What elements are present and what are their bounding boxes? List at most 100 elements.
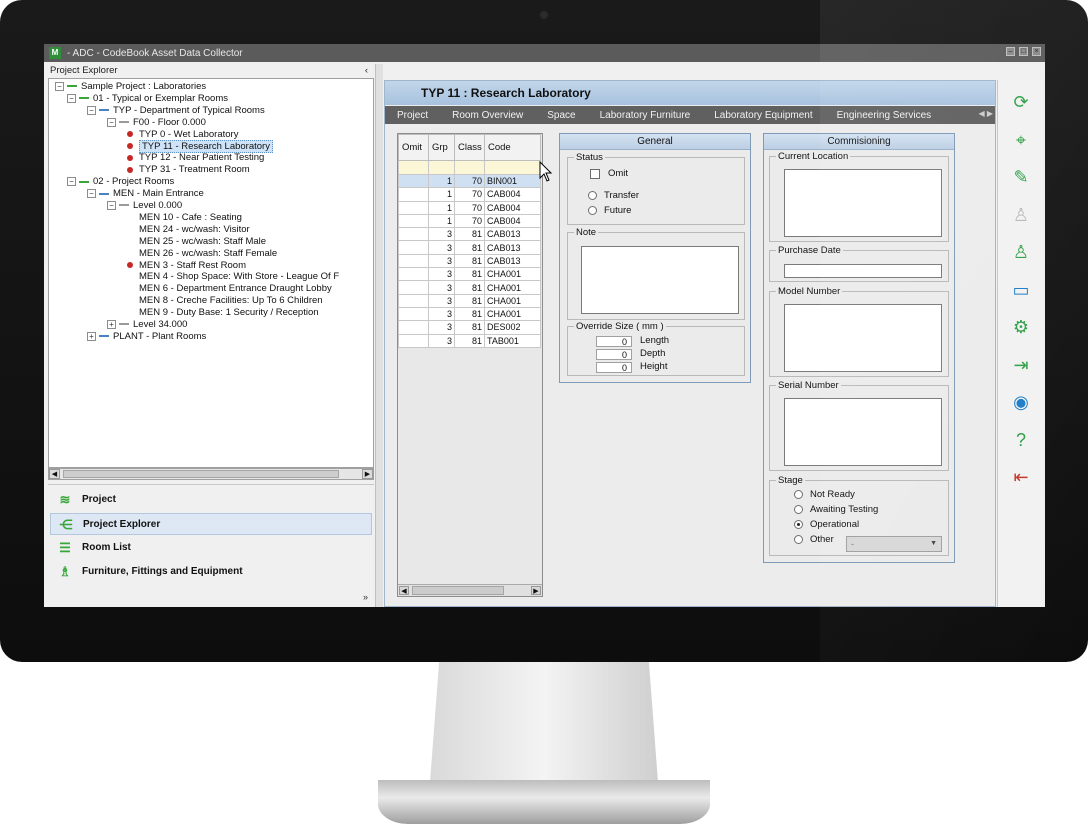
- tree-node[interactable]: MEN 24 - wc/wash: Visitor: [127, 224, 250, 236]
- table-cell[interactable]: 1: [428, 187, 455, 202]
- expand-icon[interactable]: +: [107, 319, 116, 329]
- table-cell[interactable]: 81: [454, 306, 485, 322]
- table-row[interactable]: 3 81 DES002: [398, 320, 541, 335]
- table-cell[interactable]: [398, 333, 429, 348]
- table-row[interactable]: 1 70 CAB004: [398, 187, 541, 202]
- collapse-icon[interactable]: −: [107, 200, 116, 210]
- refresh-icon[interactable]: ⟳: [1009, 90, 1033, 114]
- table-row[interactable]: 1 70 BIN001: [398, 173, 541, 189]
- tab-project[interactable]: Project: [385, 110, 440, 121]
- table-cell[interactable]: 81: [454, 227, 485, 242]
- scroll-thumb[interactable]: [63, 470, 339, 478]
- table-cell[interactable]: [398, 173, 429, 189]
- tree-node[interactable]: TYP 11 - Research Laboratory: [127, 139, 273, 153]
- table-cell[interactable]: 81: [454, 280, 485, 295]
- table-row[interactable]: 3 81 CHA001: [398, 267, 541, 282]
- tree-node[interactable]: MEN 10 - Cafe : Seating: [127, 212, 242, 224]
- table-row[interactable]: 3 81 CHA001: [398, 306, 541, 322]
- tab-room-overview[interactable]: Room Overview: [440, 110, 535, 121]
- table-cell[interactable]: [428, 160, 455, 175]
- omit-checkbox[interactable]: [590, 169, 600, 179]
- table-cell[interactable]: 1: [428, 200, 455, 215]
- collapse-icon[interactable]: −: [67, 177, 76, 187]
- splitter[interactable]: [375, 64, 383, 607]
- height-input[interactable]: 0: [596, 362, 632, 373]
- image-icon[interactable]: ▭: [1009, 278, 1033, 302]
- column-header[interactable]: Code: [484, 134, 541, 161]
- tree-horizontal-scrollbar[interactable]: ◀ ▶: [48, 468, 374, 480]
- table-cell[interactable]: [398, 240, 429, 255]
- table-cell[interactable]: [398, 160, 429, 175]
- table-cell[interactable]: CAB004: [484, 200, 541, 215]
- stage-radio-awaiting-testing[interactable]: [794, 505, 803, 514]
- other-stage-dropdown[interactable]: - ▼: [846, 536, 942, 552]
- table-cell[interactable]: 70: [454, 173, 485, 189]
- settings-icon[interactable]: ⚙: [1009, 315, 1033, 339]
- table-cell[interactable]: 81: [454, 240, 485, 255]
- tree-node[interactable]: + PLANT - Plant Rooms: [87, 331, 206, 343]
- grid-horizontal-scrollbar[interactable]: ◀ ▶: [398, 584, 542, 596]
- table-row[interactable]: 3 81 CAB013: [398, 253, 541, 269]
- tree-node[interactable]: − Sample Project : Laboratories: [55, 81, 206, 93]
- table-cell[interactable]: DES002: [484, 320, 541, 335]
- table-cell[interactable]: 81: [454, 333, 485, 348]
- table-cell[interactable]: 3: [428, 333, 455, 348]
- table-cell[interactable]: 3: [428, 320, 455, 335]
- stage-radio-operational[interactable]: [794, 520, 803, 529]
- table-cell[interactable]: [398, 187, 429, 202]
- tree-node[interactable]: − MEN - Main Entrance: [87, 188, 204, 200]
- tree-node[interactable]: MEN 25 - wc/wash: Staff Male: [127, 236, 266, 248]
- table-cell[interactable]: [398, 293, 429, 308]
- note-textarea[interactable]: [581, 246, 739, 314]
- table-cell[interactable]: [398, 306, 429, 322]
- serial-number-input[interactable]: [784, 398, 942, 466]
- column-header[interactable]: Grp: [428, 134, 455, 161]
- table-row[interactable]: 3 81 CAB013: [398, 227, 541, 242]
- table-cell[interactable]: 70: [454, 213, 485, 229]
- tree-node[interactable]: − Level 0.000: [107, 200, 182, 212]
- collapse-icon[interactable]: −: [87, 105, 96, 115]
- table-cell[interactable]: CAB004: [484, 213, 541, 229]
- future-radio[interactable]: [588, 206, 597, 215]
- table-row[interactable]: 3 81 CHA001: [398, 293, 541, 308]
- nav-item-project-explorer[interactable]: ⋲ Project Explorer: [50, 513, 372, 535]
- purchase-date-input[interactable]: [784, 264, 942, 278]
- length-input[interactable]: 0: [596, 336, 632, 347]
- table-cell[interactable]: [484, 160, 541, 175]
- table-cell[interactable]: 3: [428, 293, 455, 308]
- column-header[interactable]: Omit: [398, 134, 429, 161]
- table-cell[interactable]: 3: [428, 267, 455, 282]
- table-cell[interactable]: 3: [428, 280, 455, 295]
- collapse-icon[interactable]: −: [87, 189, 96, 199]
- table-cell[interactable]: [398, 253, 429, 269]
- table-row[interactable]: 3 81 CAB013: [398, 240, 541, 255]
- nav-item-project[interactable]: ≋ Project: [50, 489, 372, 511]
- tab-engineering-services[interactable]: Engineering Services: [825, 110, 944, 121]
- tree-node[interactable]: MEN 3 - Staff Rest Room: [127, 260, 246, 272]
- collapse-panel-button[interactable]: ‹: [365, 64, 368, 78]
- collapse-icon[interactable]: −: [107, 117, 116, 127]
- export-icon[interactable]: ⇥: [1009, 353, 1033, 377]
- tree-node[interactable]: − 02 - Project Rooms: [67, 176, 174, 188]
- table-cell[interactable]: CHA001: [484, 293, 541, 308]
- maximize-button[interactable]: □: [1019, 47, 1028, 56]
- table-row[interactable]: 3 81 TAB001: [398, 333, 541, 348]
- equipment-grid[interactable]: Omit Grp Class Code 1 70 BIN001 1 70 CAB004 1 70 CAB…: [397, 133, 543, 597]
- table-cell[interactable]: 81: [454, 267, 485, 282]
- scroll-right-button[interactable]: ▶: [362, 469, 373, 479]
- table-cell[interactable]: [398, 200, 429, 215]
- grid-scroll-left[interactable]: ◀: [399, 586, 409, 595]
- table-cell[interactable]: 3: [428, 240, 455, 255]
- expand-icon[interactable]: +: [87, 331, 96, 341]
- transfer-radio[interactable]: [588, 191, 597, 200]
- nav-item-furniture-fittings-and-equipment[interactable]: ♗ Furniture, Fittings and Equipment: [50, 561, 372, 583]
- table-cell[interactable]: [398, 227, 429, 242]
- tree-node[interactable]: − 01 - Typical or Exemplar Rooms: [67, 93, 228, 105]
- table-cell[interactable]: 81: [454, 320, 485, 335]
- grid-scroll-thumb[interactable]: [412, 586, 504, 595]
- stage-radio-not-ready[interactable]: [794, 490, 803, 499]
- nav-item-room-list[interactable]: ☰ Room List: [50, 537, 372, 559]
- table-cell[interactable]: CAB013: [484, 227, 541, 242]
- tree-node[interactable]: MEN 4 - Shop Space: With Store - League …: [127, 271, 339, 283]
- table-cell[interactable]: CHA001: [484, 306, 541, 322]
